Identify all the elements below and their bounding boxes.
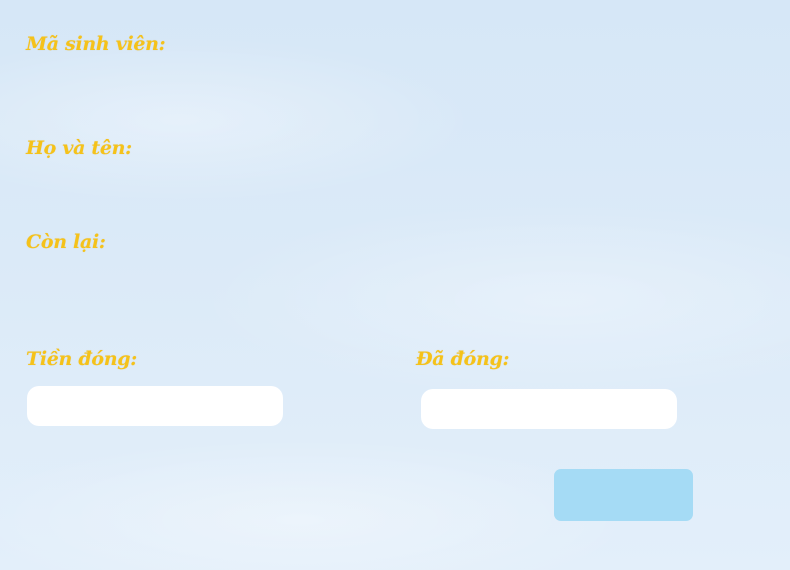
full-name-label: Họ và tên: bbox=[26, 137, 132, 159]
remaining-label: Còn lại: bbox=[26, 231, 106, 253]
submit-button[interactable] bbox=[554, 469, 693, 521]
paid-amount-input[interactable] bbox=[421, 389, 677, 429]
student-id-label: Mã sinh viên: bbox=[26, 33, 166, 55]
paid-amount-label: Đã đóng: bbox=[416, 348, 510, 370]
payment-amount-input[interactable] bbox=[27, 386, 283, 426]
payment-amount-label: Tiền đóng: bbox=[26, 348, 137, 370]
